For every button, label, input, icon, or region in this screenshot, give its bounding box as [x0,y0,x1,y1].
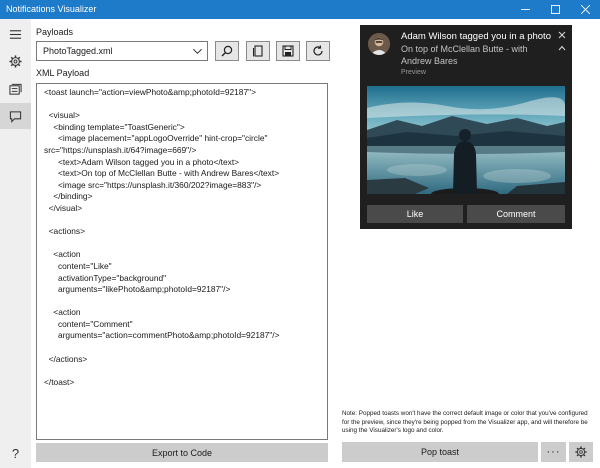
minimize-button[interactable] [510,0,540,19]
payloads-label: Payloads [36,27,74,37]
more-options-button[interactable]: ··· [541,442,566,462]
xml-line [44,238,327,250]
xml-line: activationType="background" [44,272,167,283]
toast-close-icon[interactable] [558,31,566,39]
xml-line: arguments="likePhoto&amp;photoId=92187"/… [44,284,231,295]
search-button[interactable] [215,41,239,61]
xml-line: arguments="action=commentPhoto&amp;photo… [44,330,280,341]
xml-line: <image src="https://unsplash.it/360/202?… [44,179,262,190]
gear-icon [9,54,22,68]
toast-title: Adam Wilson tagged you in a photo [401,31,551,42]
xml-line: <actions> [44,226,85,237]
toast-settings-button[interactable] [569,442,593,462]
pop-toast-button[interactable]: Pop toast [342,442,538,462]
payload-select-value: PhotoTagged.xml [43,46,113,56]
xml-line: <toast launch="action=viewPhoto&amp;phot… [44,87,256,97]
chevron-up-icon[interactable] [558,45,566,51]
xml-line [44,215,327,227]
xml-line [44,99,327,111]
sidebar-item-help[interactable]: ? [0,440,31,466]
sidebar: ? [0,19,31,468]
sidebar-item-notifications[interactable] [0,103,31,129]
xml-line [44,296,327,308]
payload-select[interactable]: PhotoTagged.xml [36,41,208,61]
xml-line: </actions> [44,353,88,364]
maximize-icon [550,5,560,14]
document-icon [253,45,263,57]
toast-action-comment[interactable]: Comment [467,205,565,223]
export-to-code-button[interactable]: Export to Code [36,443,328,462]
xml-editor[interactable]: <toast launch="action=viewPhoto&amp;phot… [36,83,328,440]
toast-action-like[interactable]: Like [367,205,463,223]
toast-body-line: On top of McClellan Butte - with [401,44,528,54]
avatar [368,33,390,55]
toast-hero-image [367,86,565,194]
hamburger-icon [9,29,22,39]
save-icon [282,45,294,57]
toast-preview: Adam Wilson tagged you in a photo On top… [360,25,572,229]
xml-line: content="Like" [44,260,112,271]
refresh-icon [313,45,323,56]
xml-line: </visual> [44,202,83,213]
xml-line: <image placement="appLogoOverride" hint-… [44,133,268,144]
close-icon [580,5,590,14]
question-icon: ? [11,445,20,461]
xml-line: <action [44,249,81,260]
maximize-button[interactable] [540,0,570,19]
xml-payload-label: XML Payload [36,68,90,78]
minimize-icon [520,9,530,10]
gallery-icon [9,83,22,95]
xml-line: <binding template="ToastGeneric"> [44,121,185,132]
xml-line: <text>On top of McClellan Butte - with A… [44,168,280,179]
xml-line: <visual> [44,110,80,121]
xml-line [44,365,327,377]
xml-line: </toast> [44,376,75,387]
save-button[interactable] [276,41,300,61]
chevron-down-icon [193,48,202,55]
sidebar-item-settings[interactable] [0,48,31,74]
xml-line: content="Comment" [44,318,133,329]
open-file-button[interactable] [246,41,270,61]
hamburger-menu-button[interactable] [0,21,31,47]
search-icon [221,45,233,57]
xml-line: </binding> [44,191,93,202]
xml-line: <text>Adam Wilson tagged you in a photo<… [44,156,240,167]
xml-line [44,342,327,354]
window-title: Notifications Visualizer [6,4,97,14]
xml-line: <action [44,307,81,318]
chat-bubble-icon [9,110,22,123]
gear-icon [575,446,587,458]
popped-toast-note: Note: Popped toasts won't have the corre… [342,410,588,435]
title-bar: Notifications Visualizer [0,0,600,19]
xml-line: src="https://unsplash.it/64?image=669"/> [44,144,197,155]
refresh-button[interactable] [306,41,330,61]
sidebar-item-gallery[interactable] [0,76,31,102]
toast-body-line: Andrew Bares [401,56,458,66]
toast-preview-label: Preview [401,69,426,76]
close-button[interactable] [570,0,600,19]
